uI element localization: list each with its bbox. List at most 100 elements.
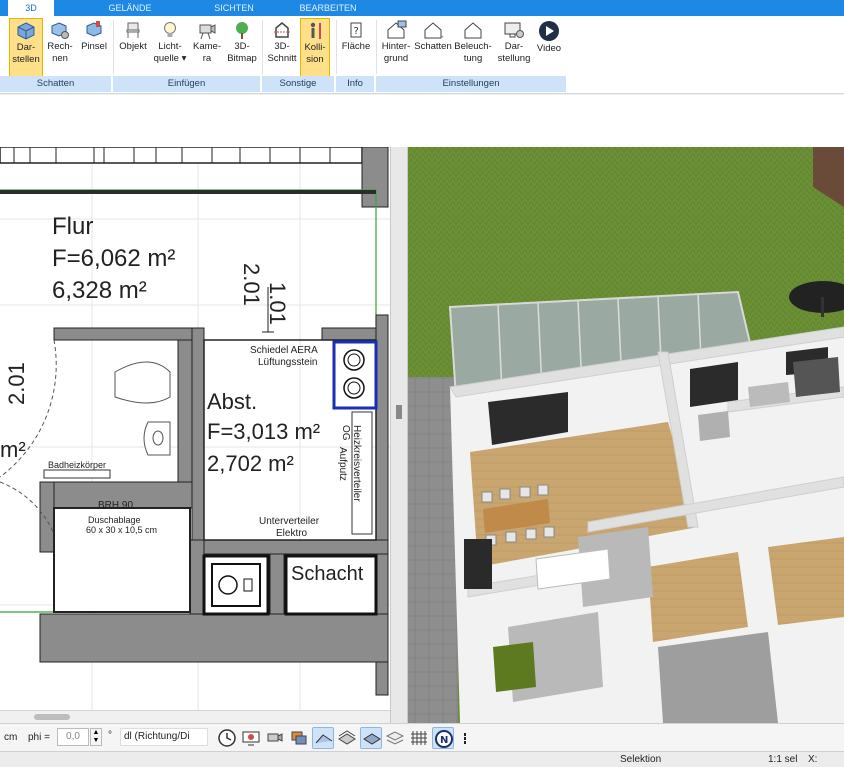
lueftungsstein-label: Lüftungsstein [258, 357, 318, 368]
grid-button[interactable] [408, 727, 430, 749]
section-cut-icon [274, 22, 290, 38]
plan-horizontal-scrollbar[interactable] [0, 710, 390, 723]
surface-icon [363, 733, 381, 745]
house-light-icon [464, 22, 482, 39]
terrain-button[interactable] [312, 727, 334, 749]
splitter-handle[interactable] [396, 405, 402, 419]
collision-person-icon [310, 22, 321, 39]
group-einfuegen: Einfügen [113, 76, 262, 92]
tab-3d[interactable]: 3D [8, 0, 54, 16]
stack-button[interactable] [384, 727, 406, 749]
monitor-icon [242, 731, 260, 746]
room-area-flur: 6,328 m² [52, 277, 147, 304]
beleuchtung-button[interactable]: Beleuch-tung [453, 18, 493, 78]
phi-input[interactable]: 0,0 [57, 728, 89, 746]
group-schatten: Schatten [0, 76, 113, 92]
badheizkoerper-label: Badheizkörper [48, 460, 107, 470]
group-info: Info [336, 76, 376, 92]
view-splitter[interactable] [390, 147, 408, 723]
tab-sichten[interactable]: SICHTEN [200, 0, 268, 16]
house-shadow-icon [424, 22, 444, 39]
tab-gelaende[interactable]: GELÄNDE [92, 0, 168, 16]
kollision-button[interactable]: Kolli-sion [300, 18, 330, 78]
svg-text:N: N [440, 735, 448, 746]
ribbon-separator [376, 20, 377, 74]
tree-icon [236, 22, 248, 39]
phi-label: phi = [28, 732, 50, 743]
ribbon-separator [336, 20, 337, 74]
camera-icon [199, 24, 216, 40]
degree-label: ° [108, 730, 112, 741]
schacht-label: Schacht [291, 563, 364, 585]
tab-bearbeiten[interactable]: BEARBEITEN [290, 0, 366, 16]
bottom-toolbar: cm phi = 0,0 ▲ ▼ ° dl (Richtung/Di N [0, 723, 844, 751]
3d-bitmap-button[interactable]: 3D- Bitmap [226, 18, 258, 78]
elektro-label: Elektro [276, 528, 308, 539]
schiedel-label: Schiedel AERA [250, 345, 318, 356]
cube-shade-icon [17, 22, 35, 40]
layers-icon [291, 731, 307, 745]
north-button[interactable]: N [432, 727, 454, 749]
unit-label: cm [4, 732, 18, 743]
wireframe-icon [338, 730, 356, 745]
group-einstellungen: Einstellungen [376, 76, 568, 92]
paint-cube-icon [86, 21, 102, 37]
direction-mode-select[interactable]: dl (Richtung/Di [120, 728, 208, 746]
area-info-icon: ? [350, 22, 362, 38]
more-options-button[interactable] [458, 727, 480, 749]
house-background-icon [387, 20, 407, 39]
svg-text:?: ? [354, 26, 359, 37]
ribbon-separator [113, 20, 114, 74]
3d-view[interactable] [408, 147, 844, 723]
dimension-vertical-1: 1.01 [265, 282, 290, 325]
room-area-abst-f: F=3,013 m² [207, 419, 321, 444]
hintergrund-button[interactable]: Hinter-grund [378, 18, 414, 78]
3d-schnitt-button[interactable]: 3D- Schnitt [265, 18, 299, 78]
layers-button[interactable] [288, 727, 310, 749]
darstellen-button[interactable]: Dar-stellen [9, 18, 43, 78]
pinsel-button[interactable]: Pinsel [78, 18, 110, 78]
aufputz-label: Aufputz [337, 447, 348, 481]
status-scale: 1:1 sel [768, 754, 798, 765]
room-name-flur: Flur [52, 213, 94, 240]
unterverteiler-label: Unterverteiler [259, 516, 320, 527]
duschablage-label: Duschablage [88, 515, 141, 525]
surface-button[interactable] [360, 727, 382, 749]
north-compass-icon: N [435, 730, 453, 748]
kamera-button[interactable]: Kame-ra [190, 18, 224, 78]
chair-icon [126, 22, 140, 38]
vertical-dots-icon [464, 733, 466, 744]
floor-plan-view[interactable]: Flur F=6,062 m² 6,328 m² 1.01 2.01 2.01 … [0, 147, 390, 710]
duschablage-size-label: 60 x 30 x 10,5 cm [86, 525, 158, 535]
room-area-flur-f: F=6,062 m² [52, 245, 176, 272]
clock-button[interactable] [216, 727, 238, 749]
room-area-partial: m² [0, 437, 26, 462]
lichtquelle-button[interactable]: Licht-quelle ▾ [153, 18, 187, 78]
flaeche-button[interactable]: ? Fläche [339, 18, 373, 78]
room-name-abst: Abst. [207, 389, 258, 414]
lightbulb-icon [164, 22, 176, 37]
cube-gear-icon [51, 22, 69, 39]
camera-view-button[interactable] [264, 727, 286, 749]
dimension-vertical-2: 2.01 [239, 263, 264, 306]
stack-icon [385, 731, 405, 745]
monitor-view-button[interactable] [240, 727, 262, 749]
camera-small-icon [267, 733, 283, 742]
dimension-left: 2.01 [4, 362, 29, 405]
schatten-button[interactable]: Schatten [414, 18, 452, 78]
toolbar-blank-area [0, 95, 844, 147]
darstellung-button[interactable]: Dar-stellung [495, 18, 533, 78]
3d-rendering [408, 147, 844, 723]
video-button[interactable]: Video [534, 18, 564, 78]
rechnen-button[interactable]: Rech-nen [45, 18, 75, 78]
grid-icon [411, 731, 427, 745]
status-bar: Selektion 1:1 sel X: [0, 751, 844, 767]
wireframe-button[interactable] [336, 727, 358, 749]
objekt-button[interactable]: Objekt [117, 18, 149, 78]
phi-spinner[interactable]: ▲ ▼ [90, 728, 102, 746]
status-x-coordinate: X: [808, 754, 818, 765]
ribbon-toolbar: Dar-stellen Rech-nen Pinsel Objekt Licht… [0, 16, 844, 94]
room-area-abst: 2,702 m² [207, 451, 294, 476]
scrollbar-thumb[interactable] [34, 714, 70, 720]
ribbon-separator [262, 20, 263, 74]
